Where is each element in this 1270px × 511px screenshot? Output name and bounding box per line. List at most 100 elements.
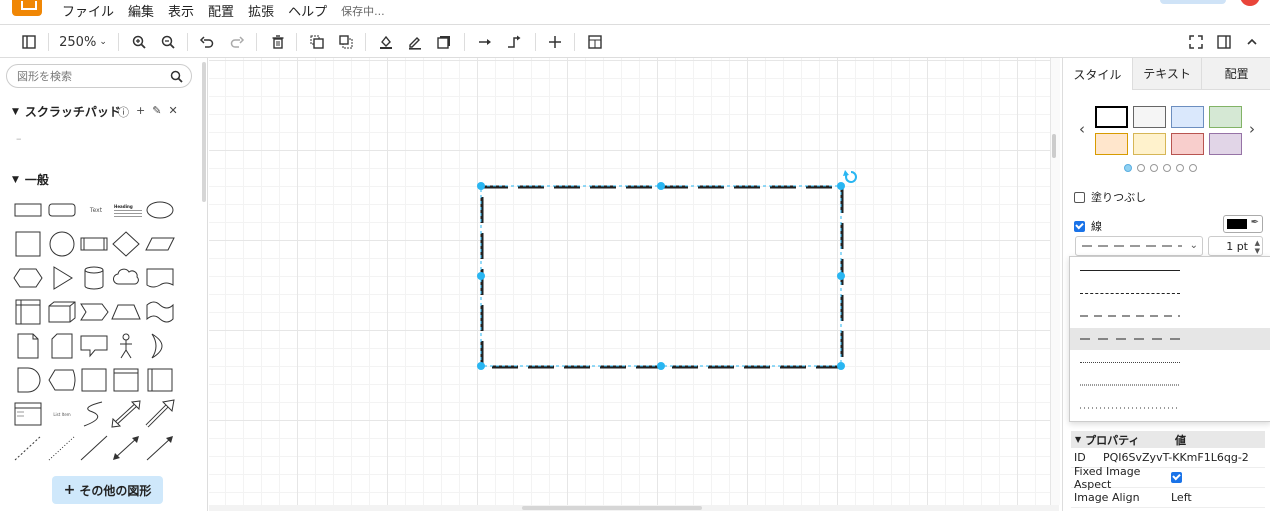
tab-arrange[interactable]: 配置 <box>1201 58 1270 90</box>
zoom-select[interactable]: 250% ⌄ <box>59 31 107 53</box>
shape-actor[interactable] <box>110 331 142 361</box>
redo-icon[interactable] <box>226 31 248 53</box>
pattern-option-dashed-longer[interactable] <box>1070 328 1270 350</box>
horizontal-scrollbar[interactable] <box>209 505 1059 511</box>
delete-icon[interactable] <box>267 31 289 53</box>
shape-delay[interactable] <box>12 365 44 395</box>
shape-hexagon[interactable] <box>12 263 44 293</box>
shape-bidirectional-connector[interactable] <box>110 433 142 463</box>
fill-checkbox[interactable] <box>1074 191 1085 203</box>
width-stepper[interactable]: ▲ ▼ <box>1255 239 1260 255</box>
shape-display[interactable] <box>46 365 78 395</box>
fullscreen-icon[interactable] <box>1185 31 1207 53</box>
avatar[interactable] <box>1240 0 1260 6</box>
style-swatch[interactable] <box>1095 106 1128 128</box>
shape-list-item[interactable]: List Item <box>46 399 78 429</box>
shape-diamond[interactable] <box>110 229 142 259</box>
shape-container[interactable] <box>110 365 142 395</box>
line-color-icon[interactable] <box>404 31 426 53</box>
shadow-icon[interactable] <box>433 31 455 53</box>
close-icon[interactable]: ✕ <box>168 104 177 120</box>
help-icon[interactable]: ⓘ <box>118 104 129 120</box>
page-dot[interactable] <box>1163 164 1171 172</box>
shape-trapezoid[interactable] <box>110 297 142 327</box>
menu-file[interactable]: ファイル <box>62 1 114 20</box>
fixed-aspect-checkbox[interactable] <box>1171 472 1182 483</box>
shape-process[interactable] <box>78 229 110 259</box>
style-swatch[interactable] <box>1171 133 1204 155</box>
shape-or[interactable] <box>144 331 176 361</box>
search-icon[interactable] <box>170 70 183 83</box>
shape-triangle[interactable] <box>46 263 78 293</box>
style-swatch[interactable] <box>1133 133 1166 155</box>
shape-internal-storage[interactable] <box>12 297 44 327</box>
shape-parallelogram[interactable] <box>144 229 176 259</box>
page-dot[interactable] <box>1137 164 1145 172</box>
shape-step[interactable] <box>78 297 110 327</box>
page-dot[interactable] <box>1189 164 1197 172</box>
shape-tape[interactable] <box>144 297 176 327</box>
shape-cloud[interactable] <box>110 263 142 293</box>
style-swatch[interactable] <box>1209 133 1242 155</box>
shape-directional-connector[interactable] <box>144 433 176 463</box>
line-pattern-select[interactable]: ⌄ <box>1075 236 1203 256</box>
shape-rectangle[interactable] <box>12 195 44 225</box>
line-checkbox[interactable] <box>1074 220 1085 232</box>
style-swatch[interactable] <box>1095 133 1128 155</box>
search-input[interactable] <box>17 68 167 84</box>
shape-arrow[interactable] <box>144 399 176 429</box>
page-dot[interactable] <box>1150 164 1158 172</box>
line-color-button[interactable]: ✒ <box>1223 215 1263 233</box>
share-button[interactable] <box>1160 0 1226 4</box>
undo-icon[interactable] <box>196 31 218 53</box>
property-value[interactable]: Left <box>1171 491 1265 504</box>
shape-text[interactable]: Text <box>80 195 112 225</box>
shape-curve[interactable] <box>78 399 110 429</box>
general-header[interactable]: ▼ 一般 <box>12 171 49 188</box>
properties-name-col[interactable]: ▼ プロパティ <box>1075 432 1175 448</box>
shape-note[interactable] <box>12 331 44 361</box>
menu-help[interactable]: ヘルプ <box>288 1 327 20</box>
shape-dotted-line[interactable] <box>46 433 78 463</box>
selection-handles[interactable] <box>477 182 845 370</box>
shape-callout[interactable] <box>78 331 110 361</box>
menu-extras[interactable]: 拡張 <box>248 1 274 20</box>
pattern-option-dashed-long[interactable] <box>1070 305 1270 327</box>
more-shapes-button[interactable]: + その他の図形 <box>52 476 163 504</box>
shape-circle[interactable] <box>46 229 78 259</box>
shape-document[interactable] <box>144 263 176 293</box>
connection-icon[interactable] <box>474 31 496 53</box>
shape-line[interactable] <box>78 433 110 463</box>
rotate-handle-icon[interactable] <box>843 170 857 183</box>
shape-textbox[interactable]: Heading <box>112 195 144 225</box>
shape-rounded-rectangle[interactable] <box>46 195 78 225</box>
format-panel-icon[interactable] <box>18 31 40 53</box>
shape-vertical-container[interactable] <box>144 365 176 395</box>
property-value[interactable]: PQI6SvZyvT-KKmF1L6qg-2 <box>1103 451 1265 464</box>
style-swatch[interactable] <box>1171 106 1204 128</box>
page-dot[interactable] <box>1176 164 1184 172</box>
shape-cylinder[interactable] <box>78 263 110 293</box>
dashed-rectangle-shape[interactable] <box>480 185 844 369</box>
toggle-panel-icon[interactable] <box>1213 31 1235 53</box>
menu-view[interactable]: 表示 <box>168 1 194 20</box>
table-icon[interactable] <box>584 31 606 53</box>
zoom-out-icon[interactable] <box>157 31 179 53</box>
page-dot[interactable] <box>1124 164 1132 172</box>
collapse-icon[interactable] <box>1241 31 1263 53</box>
to-back-icon[interactable] <box>335 31 357 53</box>
pattern-option-dotted-sparse[interactable] <box>1070 397 1270 419</box>
app-logo[interactable] <box>12 0 42 16</box>
scratchpad-header[interactable]: ▼ スクラッチパッド <box>12 103 121 120</box>
diagram-canvas[interactable] <box>209 58 1059 505</box>
shape-list[interactable] <box>12 399 44 429</box>
panel-resize-grip[interactable] <box>1052 134 1056 158</box>
sidebar-scrollbar[interactable] <box>202 62 206 202</box>
pattern-option-dotted-fine[interactable] <box>1070 374 1270 396</box>
waypoints-icon[interactable] <box>503 31 525 53</box>
fill-color-icon[interactable] <box>375 31 397 53</box>
style-swatch[interactable] <box>1133 106 1166 128</box>
style-swatch[interactable] <box>1209 106 1242 128</box>
add-icon[interactable]: + <box>136 104 145 120</box>
shape-bidirectional-arrow[interactable] <box>110 399 142 429</box>
